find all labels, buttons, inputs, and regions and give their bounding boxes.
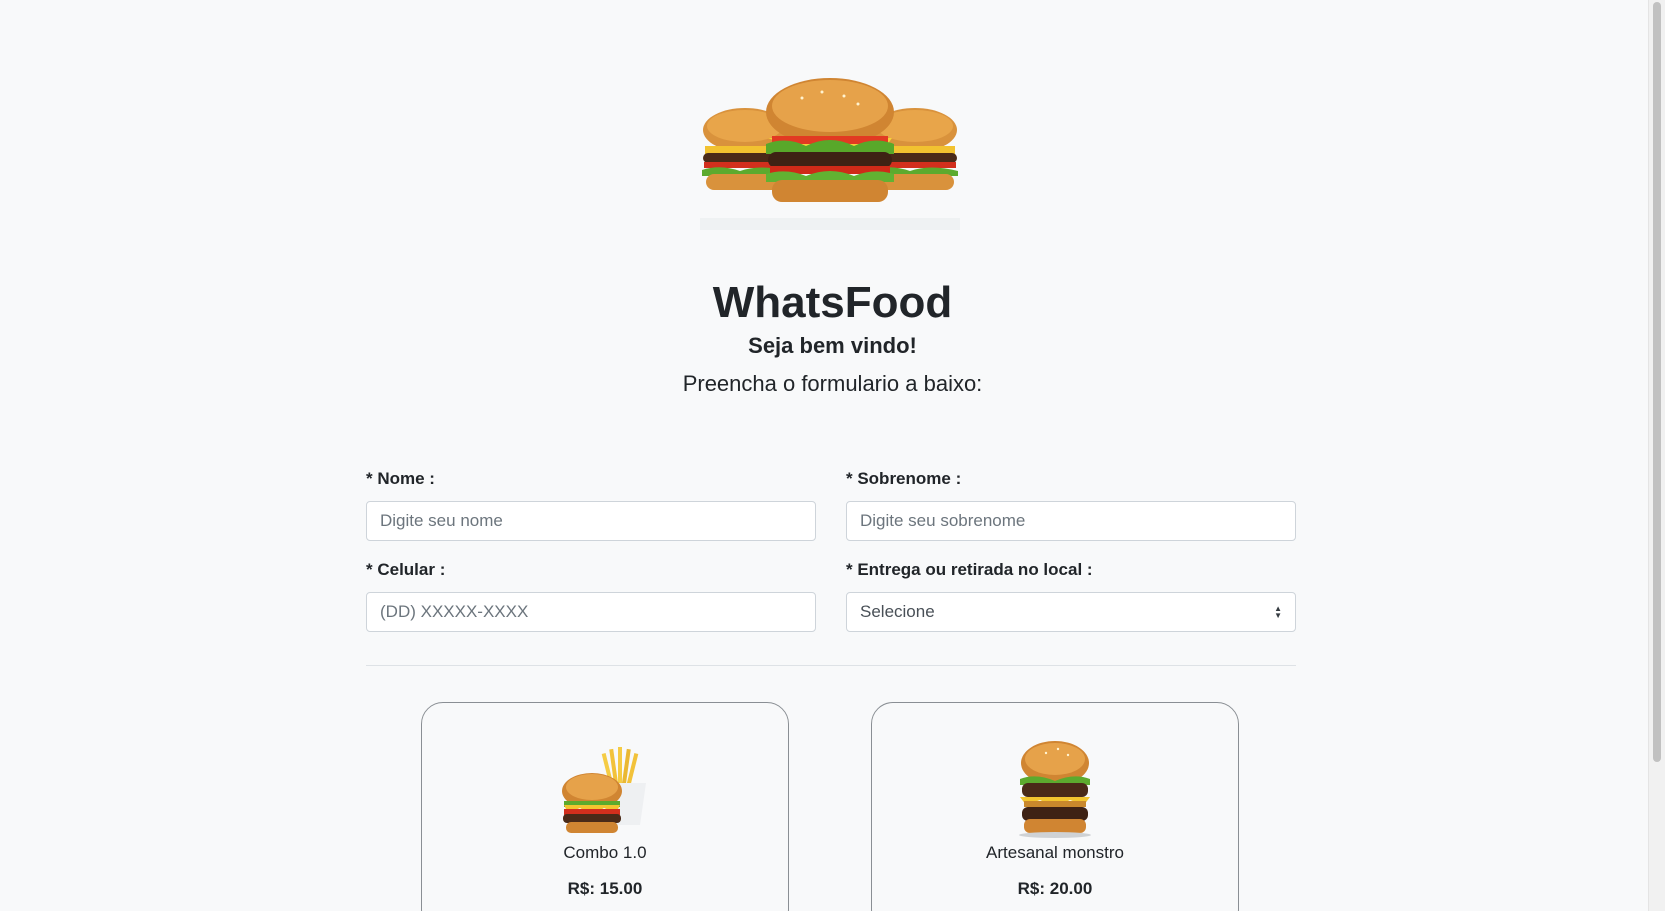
hero-burgers-image [700, 78, 960, 230]
nome-field-group: * Nome : [366, 469, 816, 541]
burger-fries-combo-image [562, 747, 646, 833]
product-card-artesanal[interactable]: Artesanal monstro R$: 20.00 [871, 702, 1239, 911]
sobrenome-field-group: * Sobrenome : [846, 469, 1296, 541]
nome-label: * Nome : [366, 469, 435, 488]
product-name: Artesanal monstro [986, 843, 1124, 862]
welcome-text: Seja bem vindo! [748, 333, 917, 358]
product-price: R$: 15.00 [567, 879, 643, 898]
entrega-select[interactable]: Selecione ▲ ▼ [846, 592, 1296, 632]
celular-input[interactable] [366, 592, 816, 632]
sobrenome-label: * Sobrenome : [846, 469, 962, 488]
sobrenome-input[interactable] [846, 501, 1296, 541]
select-arrows-icon: ▲ ▼ [1274, 604, 1282, 620]
scrollbar-thumb[interactable] [1653, 2, 1661, 762]
entrega-select-value: Selecione [860, 602, 935, 621]
product-card-combo[interactable]: Combo 1.0 R$: 15.00 [421, 702, 789, 911]
entrega-label: * Entrega ou retirada no local : [846, 560, 1093, 579]
product-name: Combo 1.0 [563, 843, 647, 862]
page: WhatsFood Seja bem vindo! Preencha o for… [0, 0, 1648, 911]
product-price: R$: 20.00 [1017, 879, 1093, 898]
form-divider [366, 665, 1296, 666]
celular-field-group: * Celular : [366, 560, 816, 632]
vertical-scrollbar[interactable] [1648, 0, 1665, 911]
celular-label: * Celular : [366, 560, 446, 579]
instruction-text: Preencha o formulario a baixo: [682, 371, 983, 396]
entrega-field-group: * Entrega ou retirada no local : Selecio… [846, 560, 1296, 632]
nome-input[interactable] [366, 501, 816, 541]
double-burger-image [1019, 741, 1091, 838]
page-title: WhatsFood [712, 278, 953, 327]
